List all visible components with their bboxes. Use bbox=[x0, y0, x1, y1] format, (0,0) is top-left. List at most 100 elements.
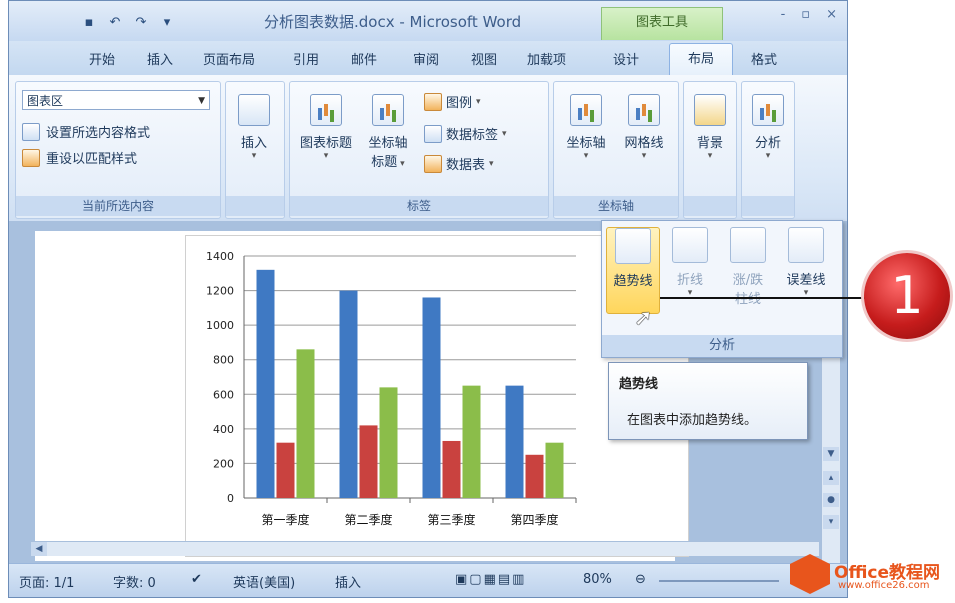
data-labels-button[interactable]: 数据标签 ▾ bbox=[424, 124, 507, 143]
tab-format[interactable]: 格式 bbox=[751, 49, 777, 68]
zoom-slider[interactable] bbox=[659, 580, 779, 582]
chart-title-button[interactable]: 图表标题 ▾ bbox=[298, 94, 354, 161]
callout-line bbox=[660, 297, 868, 299]
bar bbox=[505, 385, 524, 498]
gridlines-icon bbox=[628, 94, 660, 126]
chevron-down-icon: ▾ bbox=[323, 151, 329, 161]
y-tick-label: 800 bbox=[213, 354, 234, 367]
save-icon[interactable]: ▪ bbox=[79, 13, 99, 31]
analysis-group: 分析 ▾ bbox=[741, 81, 795, 219]
next-page-icon[interactable]: ▾ bbox=[823, 515, 839, 529]
trendline-tooltip: 趋势线 在图表中添加趋势线。 bbox=[608, 362, 808, 440]
reset-style-icon bbox=[22, 148, 40, 167]
customize-qat-icon[interactable]: ▾ bbox=[157, 13, 177, 31]
tab-page-layout[interactable]: 页面布局 bbox=[203, 49, 255, 68]
tab-view[interactable]: 视图 bbox=[471, 49, 497, 68]
language[interactable]: 英语(美国) bbox=[233, 572, 295, 591]
x-tick-label: 第二季度 bbox=[344, 512, 392, 527]
updown-bars-button[interactable]: 涨/跌 柱线 bbox=[722, 227, 774, 307]
chevron-down-icon: ▾ bbox=[397, 159, 405, 169]
tab-references[interactable]: 引用 bbox=[293, 49, 319, 68]
watermark-logo-icon bbox=[790, 554, 830, 594]
analysis-icon bbox=[752, 94, 784, 126]
insert-shapes-icon bbox=[238, 94, 270, 126]
horizontal-scrollbar[interactable]: ◀ bbox=[31, 541, 819, 556]
zoom-out-icon[interactable]: ⊖ bbox=[635, 572, 646, 587]
tab-addins[interactable]: 加载项 bbox=[527, 49, 566, 68]
data-labels-icon bbox=[424, 124, 442, 143]
window-controls: - ▫ × bbox=[781, 7, 837, 22]
word-count[interactable]: 字数: 0 bbox=[113, 572, 156, 591]
chevron-down-icon: ▾ bbox=[476, 96, 481, 107]
reset-style-button[interactable]: 重设以匹配样式 bbox=[22, 148, 137, 167]
chart-tools-context-label: 图表工具 bbox=[601, 7, 723, 40]
trendline-button[interactable]: 趋势线 bbox=[606, 227, 660, 314]
undo-icon[interactable]: ↶ bbox=[105, 13, 125, 31]
y-tick-label: 1000 bbox=[206, 319, 234, 332]
analysis-gallery-label: 分析 bbox=[602, 335, 842, 357]
watermark-url: www.office26.com bbox=[838, 580, 930, 591]
zoom-level[interactable]: 80% bbox=[583, 572, 612, 587]
proofing-icon[interactable]: ✔ bbox=[191, 572, 202, 587]
browse-object-icon[interactable]: ● bbox=[823, 493, 839, 507]
background-label: 背景 bbox=[696, 136, 723, 151]
gridlines-button[interactable]: 网格线 ▾ bbox=[618, 94, 670, 161]
legend-button[interactable]: 图例 ▾ bbox=[424, 92, 481, 111]
axis-titles-button[interactable]: 坐标轴 标题 ▾ bbox=[364, 94, 412, 170]
tab-review[interactable]: 审阅 bbox=[413, 49, 439, 68]
analysis-dropdown: 趋势线 折线 ▾ 涨/跌 柱线 误差线 ▾ 分析 bbox=[601, 220, 843, 358]
background-icon bbox=[694, 94, 726, 126]
y-tick-label: 200 bbox=[213, 457, 234, 470]
minimize-button[interactable]: - bbox=[781, 7, 786, 22]
data-labels-label: 数据标签 bbox=[446, 128, 499, 143]
redo-icon[interactable]: ↷ bbox=[131, 13, 151, 31]
chevron-down-icon: ▾ bbox=[489, 158, 494, 169]
combo-value: 图表区 bbox=[27, 94, 64, 108]
restore-button[interactable]: ▫ bbox=[801, 7, 810, 22]
tab-mailings[interactable]: 邮件 bbox=[351, 49, 377, 68]
chart-elements-combo[interactable]: 图表区 ▼ bbox=[22, 90, 210, 110]
trendline-label: 趋势线 bbox=[613, 274, 653, 289]
y-tick-label: 0 bbox=[227, 492, 234, 505]
chart-title-icon bbox=[310, 94, 342, 126]
lines-button[interactable]: 折线 ▾ bbox=[664, 227, 716, 298]
axes-button[interactable]: 坐标轴 ▾ bbox=[560, 94, 612, 161]
background-button[interactable]: 背景 ▾ bbox=[688, 94, 732, 161]
page-count[interactable]: 页面: 1/1 bbox=[19, 572, 74, 591]
tooltip-body: 在图表中添加趋势线。 bbox=[627, 413, 758, 428]
analysis-button[interactable]: 分析 ▾ bbox=[746, 94, 790, 161]
chevron-down-icon: ▾ bbox=[502, 128, 507, 139]
y-tick-label: 1400 bbox=[206, 250, 234, 263]
bar bbox=[442, 440, 461, 498]
document-page[interactable]: 0 200 400 600 800 1000 1200 1400 第一季度 第二季度 第三季度 第四季… bbox=[35, 231, 689, 561]
format-selection-button[interactable]: 设置所选内容格式 bbox=[22, 122, 150, 141]
tab-layout[interactable]: 布局 bbox=[669, 43, 733, 76]
insert-mode[interactable]: 插入 bbox=[335, 572, 361, 591]
close-button[interactable]: × bbox=[826, 7, 837, 22]
prev-page-icon[interactable]: ▴ bbox=[823, 471, 839, 485]
view-buttons-icon[interactable]: ▣▢▦▤▥ bbox=[455, 572, 526, 587]
axes-group: 坐标轴 ▾ 网格线 ▾ 坐标轴 bbox=[553, 81, 679, 219]
x-tick-label: 第一季度 bbox=[261, 512, 309, 527]
y-tick-label: 600 bbox=[213, 388, 234, 401]
data-table-button[interactable]: 数据表 ▾ bbox=[424, 154, 494, 173]
title-bar: ▪ ↶ ↷ ▾ 分析图表数据.docx - Microsoft Word 图表工… bbox=[9, 1, 847, 41]
background-group-label bbox=[684, 196, 736, 216]
axes-icon bbox=[570, 94, 602, 126]
scroll-down-icon[interactable]: ▼ bbox=[823, 447, 839, 461]
tab-home[interactable]: 开始 bbox=[89, 49, 115, 68]
error-bars-button[interactable]: 误差线 ▾ bbox=[780, 227, 832, 298]
tab-design[interactable]: 设计 bbox=[613, 49, 639, 68]
insert-button[interactable]: 插入 ▾ bbox=[232, 94, 276, 161]
analysis-label: 分析 bbox=[754, 136, 781, 151]
status-bar: 页面: 1/1 字数: 0 ✔ 英语(美国) 插入 ▣▢▦▤▥ 80% ⊖ bbox=[9, 563, 847, 597]
insert-group-label bbox=[226, 196, 284, 216]
bar bbox=[339, 290, 358, 498]
trendline-icon bbox=[615, 228, 651, 264]
x-tick-label: 第三季度 bbox=[427, 512, 475, 527]
legend-icon bbox=[424, 92, 442, 111]
scroll-left-icon[interactable]: ◀ bbox=[31, 542, 47, 556]
tab-insert[interactable]: 插入 bbox=[147, 49, 173, 68]
step-callout: 1 bbox=[864, 253, 950, 339]
bar bbox=[422, 297, 441, 498]
